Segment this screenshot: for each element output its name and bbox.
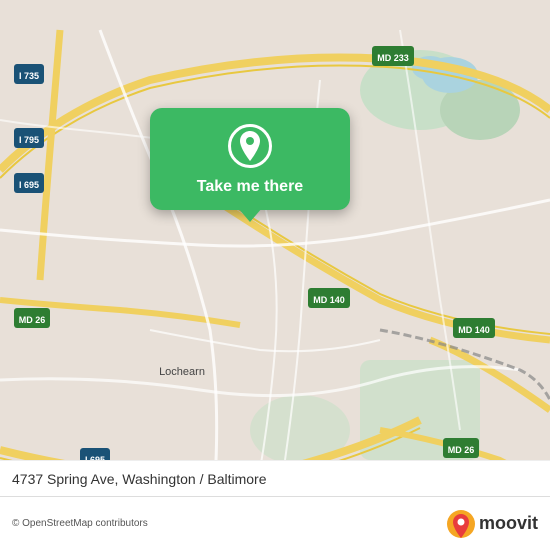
moovit-logo-icon [447, 510, 475, 538]
bottom-bar: © OpenStreetMap contributors moovit [0, 496, 550, 550]
svg-text:MD 233: MD 233 [377, 53, 409, 63]
attribution-text: © OpenStreetMap contributors [12, 518, 148, 529]
svg-text:MD 140: MD 140 [458, 325, 490, 335]
moovit-logo-text: moovit [479, 513, 538, 534]
svg-text:MD 26: MD 26 [19, 315, 46, 325]
address-bar: 4737 Spring Ave, Washington / Baltimore [0, 460, 550, 496]
svg-text:I 795: I 795 [19, 135, 39, 145]
svg-text:I 695: I 695 [19, 180, 39, 190]
map-container: I 735 I 695 I 795 MD 26 MD 140 MD 140 MD… [0, 0, 550, 550]
svg-text:MD 26: MD 26 [448, 445, 475, 455]
location-pin-icon [237, 131, 263, 161]
svg-text:Lochearn: Lochearn [159, 366, 205, 378]
svg-text:I 735: I 735 [19, 71, 39, 81]
address-text: 4737 Spring Ave, Washington / Baltimore [12, 471, 266, 487]
svg-text:MD 140: MD 140 [313, 295, 345, 305]
take-me-there-button[interactable]: Take me there [197, 178, 303, 196]
popup-card: Take me there [150, 108, 350, 210]
moovit-logo: moovit [447, 510, 538, 538]
location-icon-circle [228, 124, 272, 168]
